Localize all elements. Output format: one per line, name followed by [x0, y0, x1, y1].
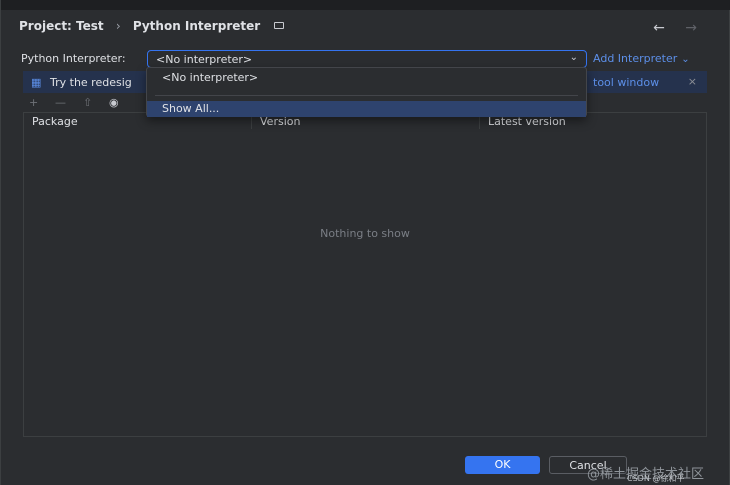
breadcrumb-separator: ›: [115, 18, 121, 33]
interpreter-dropdown-popup: <No interpreter> Show All...: [146, 67, 587, 117]
eye-icon[interactable]: ◉: [109, 96, 119, 109]
forward-arrow-icon[interactable]: →: [685, 20, 697, 36]
banner-tool-window-link[interactable]: tool window: [593, 76, 659, 89]
breadcrumb-project: Project: Test: [19, 18, 104, 33]
page-title: Python Interpreter: [132, 18, 261, 33]
chevron-down-icon: ⌄: [569, 52, 578, 63]
breadcrumb: Project: Test › Python Interpreter: [19, 18, 285, 33]
window-icon: [274, 22, 285, 29]
close-icon[interactable]: ×: [688, 75, 697, 88]
navigation-arrows: ← →: [637, 20, 697, 36]
gift-icon: ▦: [31, 76, 42, 89]
banner-text: Try the redesig: [50, 76, 132, 89]
dropdown-item-show-all[interactable]: Show All...: [147, 101, 586, 117]
ok-button[interactable]: OK: [465, 456, 540, 474]
upgrade-package-icon[interactable]: ⇧: [83, 96, 92, 109]
interpreter-select[interactable]: <No interpreter> ⌄: [147, 50, 587, 68]
dropdown-item-no-interpreter[interactable]: <No interpreter>: [147, 70, 586, 86]
interpreter-select-value: <No interpreter>: [156, 53, 253, 66]
dropdown-separator: [155, 95, 578, 96]
settings-dialog: Project: Test › Python Interpreter ← → P…: [0, 0, 730, 485]
column-header-package[interactable]: Package: [32, 115, 78, 128]
interpreter-label: Python Interpreter:: [21, 52, 126, 65]
add-interpreter-label: Add Interpreter: [593, 52, 678, 65]
empty-state-text: Nothing to show: [320, 227, 410, 240]
back-arrow-icon[interactable]: ←: [653, 20, 665, 36]
window-top-edge: [1, 0, 730, 10]
remove-package-icon[interactable]: —: [55, 96, 66, 109]
add-interpreter-link[interactable]: Add Interpreter ⌄: [593, 52, 690, 65]
watermark-sub: CSDN @徐和平: [627, 474, 685, 483]
chevron-down-icon: ⌄: [681, 54, 690, 65]
add-package-icon[interactable]: +: [29, 96, 38, 109]
packages-table: Package Version Latest version Nothing t…: [23, 112, 707, 437]
